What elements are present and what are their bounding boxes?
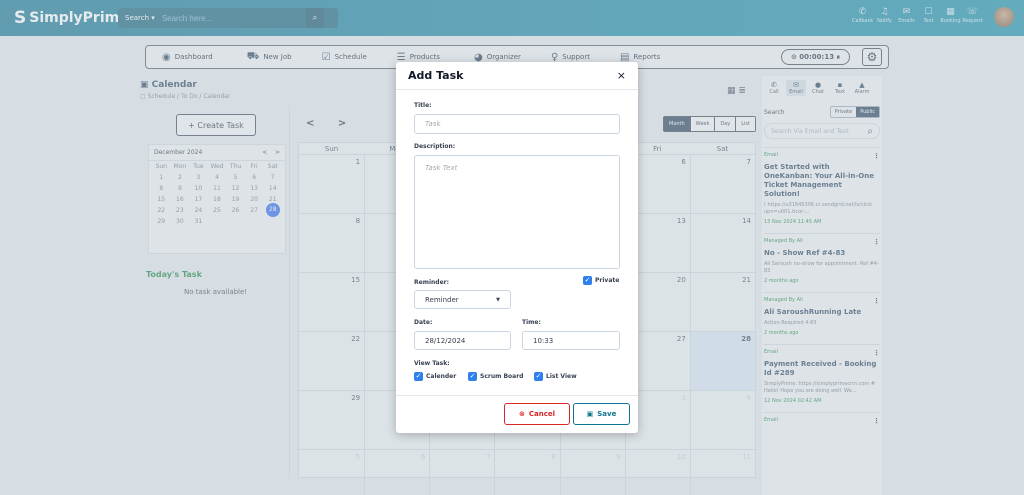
modal-title: Add Task <box>408 69 464 82</box>
cancel-button[interactable]: ⊗ Cancel <box>504 403 570 425</box>
date-label: Date: <box>414 319 433 326</box>
date-input[interactable]: 28/12/2024 <box>414 331 511 350</box>
description-label: Description: <box>414 143 456 150</box>
reminder-select[interactable]: Reminder ▼ <box>414 290 511 309</box>
modal-header: Add Task × <box>396 62 638 90</box>
add-task-modal: Add Task × Title: Task Description: ✓Pri… <box>396 62 638 433</box>
view-scrum-board-checkbox[interactable]: ✓ Scrum Board <box>468 372 523 381</box>
reminder-label: Reminder: <box>414 279 449 286</box>
save-button[interactable]: ▣ Save <box>573 403 630 425</box>
check-icon: ✓ <box>414 372 423 381</box>
title-label: Title: <box>414 102 432 109</box>
view-list-view-checkbox[interactable]: ✓ List View <box>534 372 577 381</box>
private-checkbox[interactable]: ✓ Private <box>583 276 619 285</box>
title-input[interactable]: Task <box>414 114 620 134</box>
time-input[interactable]: 10:33 <box>522 331 620 350</box>
chevron-down-icon: ▼ <box>496 296 500 303</box>
close-icon[interactable]: × <box>617 69 626 82</box>
check-icon: ✓ <box>534 372 543 381</box>
save-icon: ▣ <box>586 410 594 418</box>
cancel-icon: ⊗ <box>518 410 525 418</box>
time-label: Time: <box>522 319 541 326</box>
view-calendar-checkbox[interactable]: ✓ Calender <box>414 372 456 381</box>
description-textarea[interactable] <box>414 155 620 269</box>
view-task-label: View Task: <box>414 360 450 367</box>
check-icon: ✓ <box>583 276 592 285</box>
modal-footer <box>396 395 638 396</box>
check-icon: ✓ <box>468 372 477 381</box>
